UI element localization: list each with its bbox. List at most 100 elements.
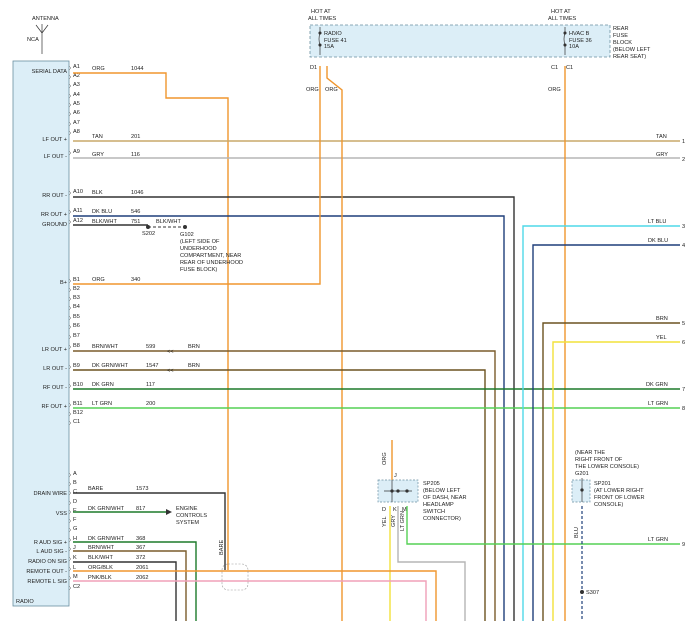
radio-pin-id: A1	[73, 64, 80, 70]
splice-s307-icon	[580, 590, 584, 594]
radio-pin-label: REMOTE L SIG	[27, 579, 67, 585]
ground-note-5: FUSE BLOCK)	[180, 267, 217, 273]
hot-at-2: HOT AT	[551, 9, 571, 15]
sp201-note-1: (NEAR THE	[575, 450, 605, 456]
fuse-org-c: ORG	[548, 87, 561, 93]
radio-pin-id: A8	[73, 129, 80, 135]
fuse-org-b: ORG	[325, 87, 338, 93]
rf-minus-circuit: 117	[146, 382, 155, 388]
radio-pin-label: GROUND	[42, 222, 67, 228]
sp205-d: D	[382, 507, 386, 513]
wire-brn-5	[542, 322, 680, 621]
radio-pin-label: B+	[60, 280, 67, 286]
sp201-l1: (AT LOWER RIGHT	[594, 488, 644, 494]
fuse-41-name: RADIO	[324, 31, 342, 37]
right-n9: 9	[682, 542, 685, 548]
right-lt-blu: LT BLU	[648, 219, 666, 225]
radio-pin-label: RADIO ON SIG	[28, 559, 67, 565]
right-n8: 8	[682, 406, 685, 412]
radio-pin-id: L	[73, 565, 76, 571]
wire-remote-l-sig	[73, 580, 427, 621]
radio-pin-id: A2	[73, 73, 80, 79]
fuse-36-name: HVAC B	[569, 31, 590, 37]
ground-note-3: COMPARTMENT, NEAR	[180, 253, 241, 259]
fuse-block-line-2: FUSE	[613, 33, 628, 39]
right-dk-blu: DK BLU	[648, 238, 668, 244]
sp205-ltgrn: LT GRN	[400, 511, 406, 531]
sp201-g: G201	[575, 471, 589, 477]
radio-pin-id: A6	[73, 110, 80, 116]
sp201-name: SP201	[594, 481, 611, 487]
radio-pin-id: A11	[73, 208, 83, 214]
vss-color: DK GRN/WHT	[88, 506, 125, 512]
fuse-block-line-4: (BELOW LEFT	[613, 47, 651, 53]
radio-pin-label: VSS	[56, 511, 67, 517]
lr-minus-color2: BRN	[188, 363, 200, 369]
ground-color: BLK/WHT	[92, 219, 117, 225]
drain-color: BARE	[88, 486, 104, 492]
radio-pin-id: A9	[73, 149, 80, 155]
splice-s202-icon	[146, 225, 150, 229]
lr-plus-color2: BRN	[188, 344, 200, 350]
vss-circuit: 817	[136, 506, 145, 512]
radio-pin-id: M	[73, 574, 78, 580]
radio-pin-id: A	[73, 471, 77, 477]
sp201-note-3: THE LOWER CONSOLE)	[575, 464, 639, 470]
sp205-l4: SWITCH	[423, 509, 445, 515]
lf-minus-color: GRY	[92, 152, 104, 158]
serial-circuit: 1044	[131, 66, 143, 72]
radio-pin-label: RR OUT -	[42, 193, 67, 199]
engine-l3: SYSTEM	[176, 520, 199, 526]
serial-color: ORG	[92, 66, 105, 72]
fuse-org-a: ORG	[306, 87, 319, 93]
radio-pin-id: C	[73, 489, 77, 495]
rr-plus-circuit: 546	[131, 209, 140, 215]
radio-pin-id: J	[73, 545, 76, 551]
right-brn: BRN	[656, 316, 668, 322]
sp205-l3: HEADLAMP	[423, 502, 454, 508]
sp205-j: J	[394, 473, 397, 479]
lr-plus-color: BRN/WHT	[92, 344, 119, 350]
radio-pin-id: B	[73, 480, 77, 486]
radio-pin-label: DRAIN WIRE	[33, 491, 67, 497]
sp205-l1: (BELOW LEFT	[423, 488, 461, 494]
fuse-41-amp: 15A	[324, 44, 334, 50]
wiring-diagram: ANTENNA NCA RADIO SERIAL DATA LF OUT + LF …	[12, 9, 685, 621]
right-lt-grn-2: LT GRN	[648, 537, 668, 543]
drain-circuit: 1573	[136, 486, 148, 492]
radio-pin-id: A7	[73, 120, 80, 126]
s307-label: S307	[586, 590, 599, 596]
wire-dk-blu	[532, 244, 680, 621]
right-n7: 7	[682, 387, 685, 393]
lf-minus-circuit: 116	[131, 152, 140, 158]
radio-pin-id: D	[73, 499, 77, 505]
radio-pin-id: B11	[73, 401, 83, 407]
chevron-lr-minus-icon: <<	[167, 368, 174, 374]
radio-on-color: BLK/WHT	[88, 555, 113, 561]
sp205-k: K	[393, 507, 397, 513]
remote-l-circuit: 2062	[136, 575, 148, 581]
s202-label: S202	[142, 231, 155, 237]
sp201-blu: BLU	[574, 527, 580, 538]
radio-on-circuit: 372	[136, 555, 145, 561]
radio-pin-id: E	[73, 508, 77, 514]
sp205-l5: CONNECTOR)	[423, 516, 461, 522]
right-tan: TAN	[656, 134, 667, 140]
rr-minus-circuit: 1046	[131, 190, 143, 196]
radio-pin-label: LR OUT +	[42, 347, 67, 353]
fuse-36-amp: 10A	[569, 44, 579, 50]
rr-plus-color: DK BLU	[92, 209, 112, 215]
rf-minus-color: DK GRN	[92, 382, 114, 388]
wire-sp205-gry	[397, 506, 466, 621]
radio-pin-id: B1	[73, 277, 80, 283]
remote-out-circuit: 2061	[136, 565, 148, 571]
engine-l2: CONTROLS	[176, 513, 207, 519]
sp201-l3: CONSOLE)	[594, 502, 623, 508]
sp205-yel: YEL	[382, 516, 388, 527]
ground-note-4: REAR OF UNDERHOOD	[180, 260, 243, 266]
radio-pin-id: C2	[73, 584, 80, 590]
g102-label: G102	[180, 232, 194, 238]
rf-plus-circuit: 200	[146, 401, 155, 407]
sp201-l2: FRONT OF LOWER	[594, 495, 645, 501]
hot-at-1b: ALL TIMES	[308, 16, 337, 22]
